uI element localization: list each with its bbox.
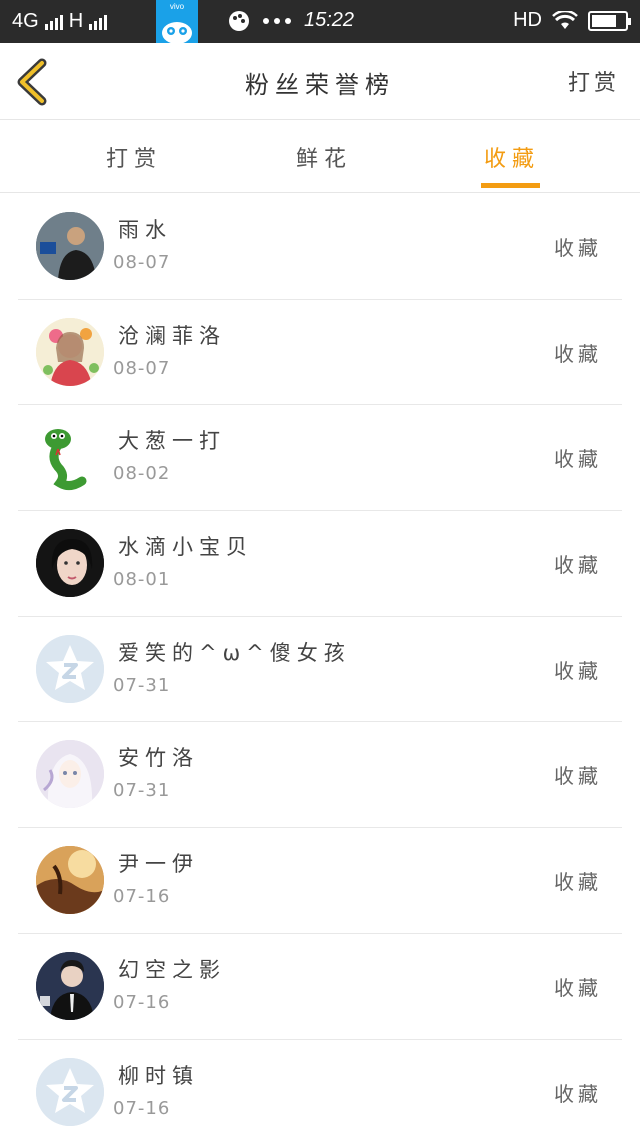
list-item[interactable]: 雨水 08-07 收藏 [0,194,640,300]
user-name: 幻空之影 [118,957,226,982]
default-avatar-star-icon [36,634,104,703]
action-label: 收藏 [554,764,602,789]
date: 07-31 [113,780,171,802]
user-name: 大葱一打 [118,429,226,454]
tab-reward[interactable]: 打赏 [106,141,162,173]
default-avatar-star-icon [36,1057,104,1126]
network-type: 4G [12,10,39,32]
navbar: 粉丝荣誉榜 打赏 [0,43,640,120]
avatar [36,951,104,1020]
user-name: 柳时镇 [118,1063,199,1088]
date: 08-01 [113,569,171,591]
more-dots-icon [263,17,291,24]
vivo-label: vivo [169,2,185,11]
status-mid: 15:22 [228,9,354,32]
avatar [36,846,104,915]
list-item[interactable]: 水滴小宝贝 08-01 收藏 [0,511,640,617]
hd-label: HD [513,9,542,31]
avatar-photo-woman [36,529,104,598]
signal-group: 4G H [12,10,108,33]
avatar [36,634,104,703]
action-label: 收藏 [554,975,602,1000]
active-tab-indicator [481,183,540,188]
vivo-app-icon: vivo [156,0,198,43]
tab-flowers[interactable]: 鲜花 [296,141,352,173]
tab-bar: 打赏 鲜花 收藏 [0,121,640,193]
user-name: 水滴小宝贝 [118,535,253,560]
list-item[interactable]: 安竹洛 07-31 收藏 [0,722,640,829]
user-name: 雨水 [118,218,172,242]
user-name: 安竹洛 [118,746,199,771]
avatar-anime-white [36,740,104,809]
avatar-golden-art [36,846,104,915]
avatar [36,740,104,809]
user-name: 尹一伊 [118,852,199,877]
bird-icon [162,22,192,43]
avatar [36,423,104,492]
list-item[interactable]: 尹一伊 07-16 收藏 [0,828,640,934]
avatar-anime-girl [36,317,104,386]
page-title: 粉丝荣誉榜 [245,71,395,99]
user-name: 爱笑的^ω^傻女孩 [118,640,351,665]
date: 07-16 [113,1097,171,1119]
list-item[interactable]: 柳时镇 07-16 收藏 [0,1040,640,1138]
avatar [36,212,104,280]
reward-button[interactable]: 打赏 [568,65,620,97]
date: 07-16 [113,991,171,1013]
avatar [36,317,104,386]
list-item[interactable]: 沧澜菲洛 08-07 收藏 [0,300,640,406]
date: 07-16 [113,886,171,908]
action-label: 收藏 [554,870,602,895]
avatar [36,1057,104,1126]
action-label: 收藏 [554,236,602,260]
action-label: 收藏 [554,341,602,366]
action-label: 收藏 [554,1081,602,1106]
user-name: 沧澜菲洛 [118,323,226,348]
fan-list: 雨水 08-07 收藏 沧澜菲洛 08-07 收藏 大葱一打 08-02 收藏 … [0,194,640,1138]
action-label: 收藏 [554,553,602,578]
avatar [36,529,104,598]
network-type-2: H [68,10,84,32]
avatar-photo-suit [36,951,104,1020]
action-label: 收藏 [554,658,602,683]
avatar-photo-man [36,212,104,280]
date: 08-07 [113,357,171,379]
tab-favorites[interactable]: 收藏 [484,141,540,173]
clock: 15:22 [304,9,355,31]
date: 08-07 [113,252,171,273]
signal-icon-2 [89,14,108,30]
avatar-snake-cartoon [36,423,104,492]
list-item[interactable]: 幻空之影 07-16 收藏 [0,934,640,1040]
date: 07-31 [113,674,171,696]
list-item[interactable]: 爱笑的^ω^傻女孩 07-31 收藏 [0,617,640,723]
status-right: HD [513,9,631,32]
signal-icon [44,14,63,30]
date: 08-02 [113,463,171,485]
palette-icon [229,10,249,31]
list-item[interactable]: 大葱一打 08-02 收藏 [0,405,640,512]
status-bar: 4G H vivo 15:22 HD [0,0,640,43]
wifi-icon [552,10,578,29]
action-label: 收藏 [554,447,602,472]
battery-icon [588,10,631,31]
